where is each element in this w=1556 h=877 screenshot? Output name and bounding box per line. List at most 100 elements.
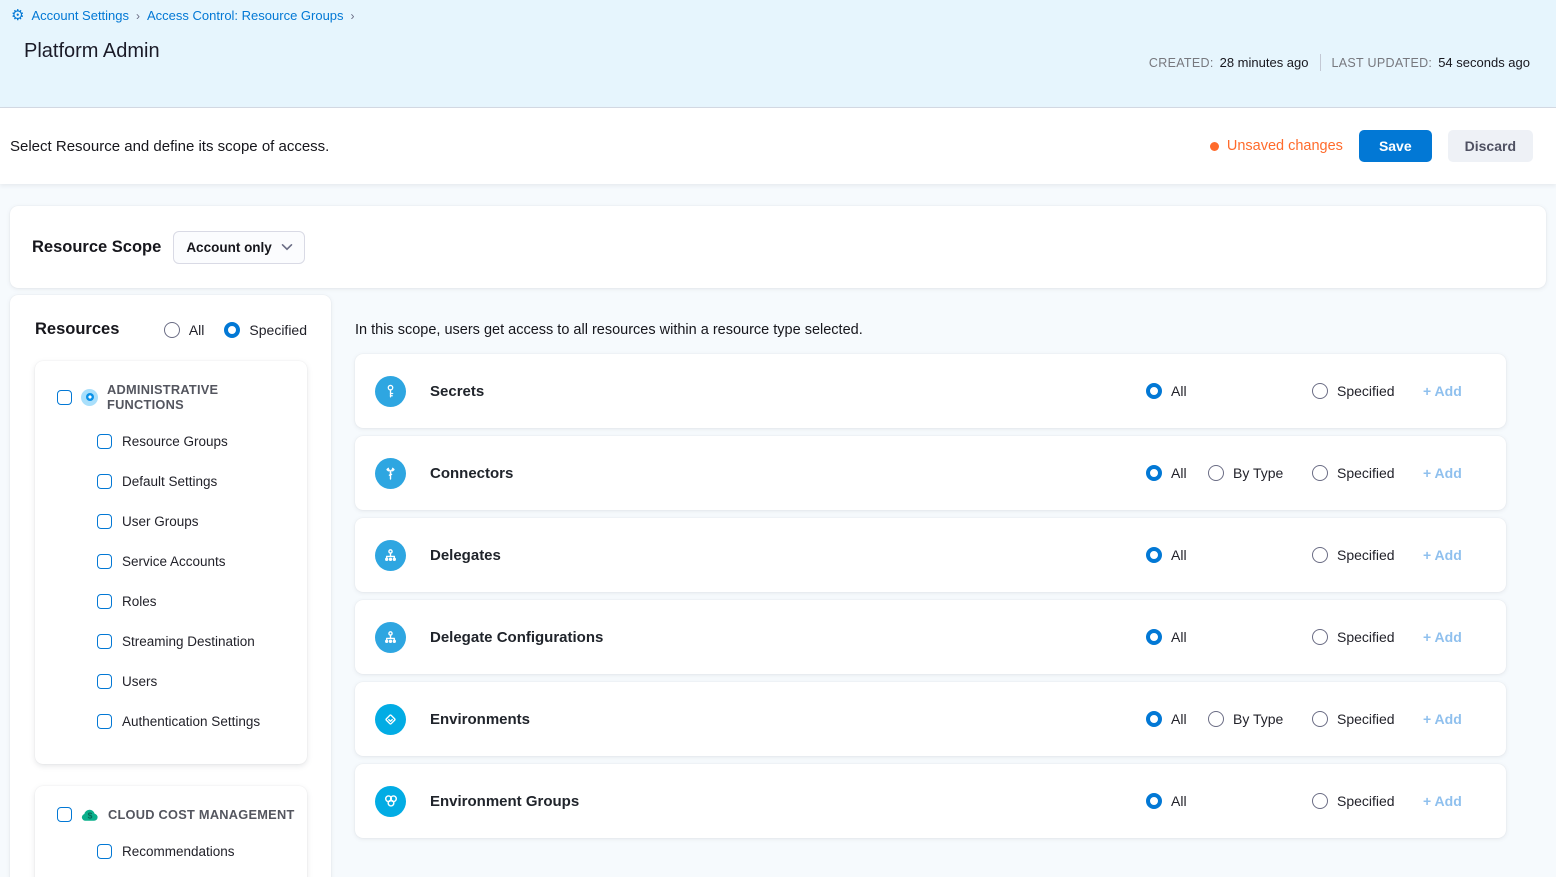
radio-selected-icon[interactable] xyxy=(1146,465,1162,481)
svg-text:$: $ xyxy=(88,810,93,820)
resource-tree-item[interactable]: Authentication Settings xyxy=(97,701,299,741)
radio-selected-icon[interactable] xyxy=(1146,383,1162,399)
breadcrumb-resource-groups[interactable]: Access Control: Resource Groups xyxy=(147,8,344,23)
group-label: CLOUD COST MANAGEMENT xyxy=(108,807,295,822)
resources-radio-specified[interactable]: Specified xyxy=(224,322,307,338)
resource-group-section: ADMINISTRATIVE FUNCTIONS Resource Groups… xyxy=(35,361,307,764)
discard-button[interactable]: Discard xyxy=(1448,130,1533,162)
radio-all[interactable]: All xyxy=(1146,711,1187,727)
created-label: CREATED: xyxy=(1149,56,1214,70)
resource-tree-item[interactable]: Default Settings xyxy=(97,461,299,501)
item-label: Streaming Destination xyxy=(122,634,255,649)
resources-panel: Resources All Specified ADMINISTRATIVE F… xyxy=(10,295,331,877)
add-resources-link[interactable]: + Add xyxy=(1423,383,1462,399)
cloud-cost-icon: $ xyxy=(81,808,99,822)
delegate-icon xyxy=(375,622,406,653)
header-meta: CREATED: 28 minutes ago LAST UPDATED: 54… xyxy=(1149,54,1530,71)
radio-icon[interactable] xyxy=(1208,465,1224,481)
item-checkbox[interactable] xyxy=(97,714,112,729)
resource-tree-item[interactable]: Resource Groups xyxy=(97,421,299,461)
item-checkbox[interactable] xyxy=(97,474,112,489)
item-checkbox[interactable] xyxy=(97,674,112,689)
resource-row-label: Environment Groups xyxy=(430,793,579,810)
radio-icon[interactable] xyxy=(164,322,180,338)
item-label: Authentication Settings xyxy=(122,714,260,729)
radio-all[interactable]: All xyxy=(1146,465,1187,481)
radio-icon[interactable] xyxy=(1312,547,1328,563)
radio-icon[interactable] xyxy=(1312,793,1328,809)
unsaved-changes-badge: Unsaved changes xyxy=(1210,138,1343,154)
resources-radio-all[interactable]: All xyxy=(164,322,205,338)
radio-icon[interactable] xyxy=(1312,711,1328,727)
radio-specified[interactable]: Specified xyxy=(1312,793,1395,809)
radio-all[interactable]: All xyxy=(1146,383,1187,399)
resource-group-header[interactable]: $ CLOUD COST MANAGEMENT xyxy=(57,807,299,822)
radio-all[interactable]: All xyxy=(1146,629,1187,645)
radio-specified[interactable]: Specified xyxy=(1312,629,1395,645)
resource-tree: ADMINISTRATIVE FUNCTIONS Resource Groups… xyxy=(10,361,331,877)
add-resources-link[interactable]: + Add xyxy=(1423,465,1462,481)
environment-icon xyxy=(375,704,406,735)
item-checkbox[interactable] xyxy=(97,844,112,859)
radio-by-type[interactable]: By Type xyxy=(1208,711,1283,727)
resource-scope-select[interactable]: Account only xyxy=(173,231,305,264)
breadcrumb-account-settings[interactable]: Account Settings xyxy=(31,8,129,23)
group-checkbox[interactable] xyxy=(57,807,72,822)
resource-row-label: Delegates xyxy=(430,547,501,564)
resource-tree-item[interactable]: Streaming Destination xyxy=(97,621,299,661)
resource-tree-item[interactable]: Roles xyxy=(97,581,299,621)
radio-specified[interactable]: Specified xyxy=(1312,711,1395,727)
group-checkbox[interactable] xyxy=(57,390,72,405)
resource-row: Connectors AllBy TypeSpecified+ Add xyxy=(355,436,1506,510)
resource-rows: Secrets AllSpecified+ Add Connectors All… xyxy=(355,354,1546,838)
radio-icon[interactable] xyxy=(1312,629,1328,645)
radio-selected-icon[interactable] xyxy=(1146,629,1162,645)
save-button[interactable]: Save xyxy=(1359,130,1432,162)
group-items: Resource Groups Default Settings User Gr… xyxy=(97,421,299,741)
item-checkbox[interactable] xyxy=(97,634,112,649)
item-label: Default Settings xyxy=(122,474,217,489)
item-label: Recommendations xyxy=(122,844,235,859)
last-updated-value: 54 seconds ago xyxy=(1438,55,1530,70)
resource-group-section: $ CLOUD COST MANAGEMENT Recommendations … xyxy=(35,786,307,877)
admin-functions-icon xyxy=(81,389,98,406)
unsaved-changes-label: Unsaved changes xyxy=(1227,138,1343,154)
radio-selected-icon[interactable] xyxy=(1146,547,1162,563)
add-resources-link[interactable]: + Add xyxy=(1423,547,1462,563)
radio-selected-icon[interactable] xyxy=(1146,793,1162,809)
radio-icon[interactable] xyxy=(1208,711,1224,727)
breadcrumb-separator-icon: › xyxy=(351,9,355,23)
add-resources-link[interactable]: + Add xyxy=(1423,629,1462,645)
radio-specified[interactable]: Specified xyxy=(1312,383,1395,399)
resource-tree-item[interactable]: Service Accounts xyxy=(97,541,299,581)
radio-icon[interactable] xyxy=(1312,383,1328,399)
add-resources-link[interactable]: + Add xyxy=(1423,793,1462,809)
environment-group-icon xyxy=(375,786,406,817)
resource-row-label: Secrets xyxy=(430,383,484,400)
item-checkbox[interactable] xyxy=(97,434,112,449)
resource-tree-item[interactable]: User Groups xyxy=(97,501,299,541)
radio-selected-icon[interactable] xyxy=(1146,711,1162,727)
delegate-icon xyxy=(375,540,406,571)
radio-by-type[interactable]: By Type xyxy=(1208,465,1283,481)
radio-all[interactable]: All xyxy=(1146,793,1187,809)
radio-selected-icon[interactable] xyxy=(224,322,240,338)
add-resources-link[interactable]: + Add xyxy=(1423,711,1462,727)
resource-tree-item[interactable]: Recommendations xyxy=(97,831,299,871)
radio-all[interactable]: All xyxy=(1146,547,1187,563)
resource-group-header[interactable]: ADMINISTRATIVE FUNCTIONS xyxy=(57,382,299,412)
action-toolbar: Select Resource and define its scope of … xyxy=(0,108,1556,184)
group-label: ADMINISTRATIVE FUNCTIONS xyxy=(107,382,299,412)
radio-specified[interactable]: Specified xyxy=(1312,547,1395,563)
page-header: ⚙ Account Settings › Access Control: Res… xyxy=(0,0,1556,108)
item-checkbox[interactable] xyxy=(97,594,112,609)
connector-icon xyxy=(375,458,406,489)
item-label: Users xyxy=(122,674,157,689)
radio-specified[interactable]: Specified xyxy=(1312,465,1395,481)
item-checkbox[interactable] xyxy=(97,554,112,569)
resource-tree-item[interactable]: Users xyxy=(97,661,299,701)
resource-tree-item[interactable]: Anomalies xyxy=(97,871,299,877)
item-checkbox[interactable] xyxy=(97,514,112,529)
radio-icon[interactable] xyxy=(1312,465,1328,481)
breadcrumb-separator-icon: › xyxy=(136,9,140,23)
